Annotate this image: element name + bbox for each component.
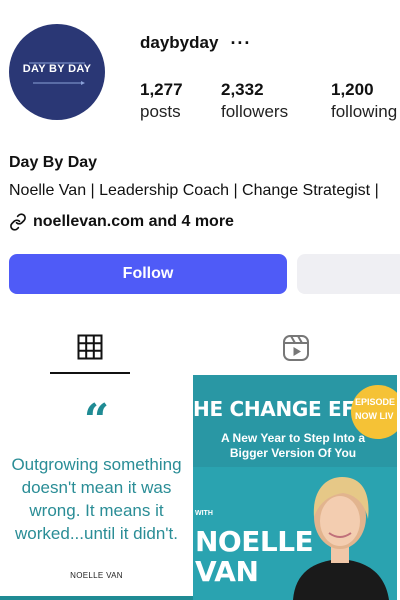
posts-label: posts bbox=[140, 102, 181, 121]
profile-avatar[interactable]: DAY BY DAY bbox=[9, 24, 105, 120]
link-icon bbox=[10, 213, 26, 231]
badge-line: NOW LIV bbox=[355, 411, 394, 421]
subtitle-line: Bigger Version Of You bbox=[229, 446, 357, 460]
reels-icon bbox=[283, 335, 309, 361]
quote-text: Outgrowing something doesn't mean it was… bbox=[0, 453, 193, 545]
stat-posts: 1,277 posts bbox=[140, 79, 183, 123]
bio-link[interactable]: noellevan.com and 4 more bbox=[9, 213, 234, 231]
avatar-text: DAY BY DAY bbox=[22, 63, 92, 75]
stat-following[interactable]: 1,200 following bbox=[331, 79, 397, 123]
promo-with: WITH bbox=[195, 510, 213, 517]
bio-text: Noelle Van | Leadership Coach | Change S… bbox=[9, 182, 379, 199]
tab-reels[interactable] bbox=[256, 322, 336, 374]
username-row: daybyday ··· bbox=[140, 33, 251, 53]
quote-line: worked...until it didn't. bbox=[15, 524, 178, 543]
post-promo[interactable]: HE CHANGE EFFECT EPISODE NOW LIV A New Y… bbox=[193, 375, 400, 600]
quote-mark: “ bbox=[83, 395, 110, 446]
username: daybyday bbox=[140, 33, 219, 52]
badge-line: EPISODE bbox=[355, 397, 396, 407]
quote-line: doesn't mean it was bbox=[21, 478, 172, 497]
host-photo bbox=[293, 477, 389, 600]
message-button[interactable] bbox=[297, 254, 400, 294]
posts-count: 1,277 bbox=[140, 80, 183, 99]
display-name: Day By Day bbox=[9, 154, 98, 171]
quote-line: Outgrowing something bbox=[11, 455, 182, 474]
bio-link-text: noellevan.com and 4 more bbox=[33, 213, 234, 230]
followers-count: 2,332 bbox=[221, 80, 264, 99]
tab-posts-grid[interactable] bbox=[50, 322, 130, 374]
follow-button[interactable]: Follow bbox=[9, 254, 287, 294]
followers-label: followers bbox=[221, 102, 289, 121]
post-quote[interactable]: “ Outgrowing something doesn't mean it w… bbox=[0, 375, 193, 600]
subtitle-line: A New Year to Step Into a bbox=[220, 431, 366, 445]
grid-icon bbox=[77, 334, 103, 360]
following-label: following bbox=[331, 102, 398, 121]
promo-subtitle: A New Year to Step Into a Bigger Version… bbox=[193, 431, 393, 461]
quote-line: wrong. It means it bbox=[29, 501, 164, 520]
stat-followers[interactable]: 2,332 followers bbox=[221, 79, 288, 123]
quote-bottom-bar bbox=[0, 596, 193, 600]
following-count: 1,200 bbox=[331, 80, 374, 99]
quote-author: NOELLE VAN bbox=[70, 571, 123, 580]
ellipsis-icon[interactable]: ··· bbox=[230, 33, 251, 53]
